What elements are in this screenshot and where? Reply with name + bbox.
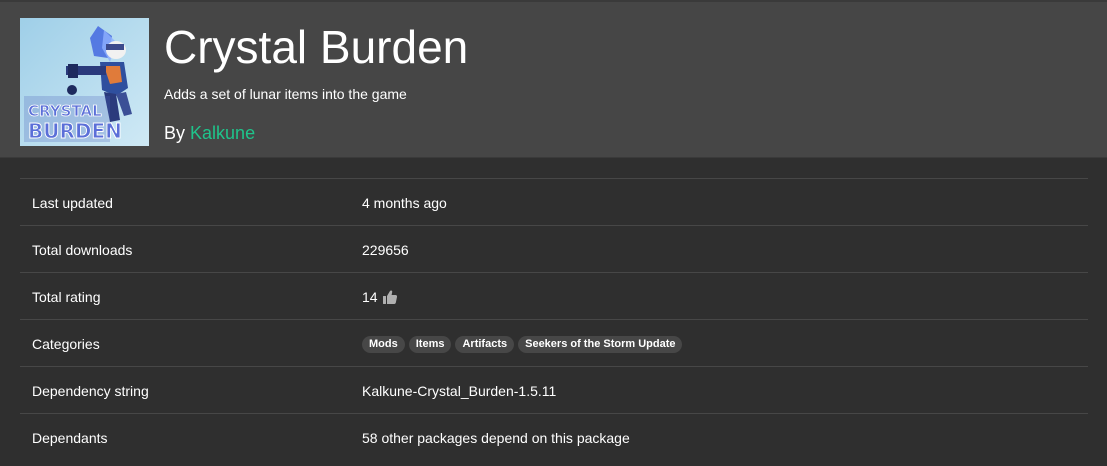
package-title: Crystal Burden [164,21,469,73]
package-icon: CRYSTAL BURDEN [20,18,149,146]
last-updated-label: Last updated [32,195,113,211]
total-downloads-label: Total downloads [32,242,133,258]
category-tags: Mods Items Artifacts Seekers of the Stor… [362,336,683,353]
category-tag-seekers-of-the-storm-update[interactable]: Seekers of the Storm Update [518,336,683,353]
svg-text:BURDEN: BURDEN [28,119,122,143]
total-rating-label: Total rating [32,289,101,305]
detail-row-categories: Categories Mods Items Artifacts Seekers … [20,319,1088,366]
detail-row-total-downloads: Total downloads 229656 [20,225,1088,272]
header-divider [0,157,1107,158]
dependants-label: Dependants [32,430,108,446]
dependency-string-label: Dependency string [32,383,149,399]
package-byline: By Kalkune [164,121,255,145]
category-tag-items[interactable]: Items [408,336,452,353]
package-header: CRYSTAL BURDEN Crystal Burden Adds a set… [0,0,1107,158]
category-tag-mods[interactable]: Mods [362,336,405,353]
package-details-table: Last updated 4 months ago Total download… [20,178,1088,460]
crystal-burden-artwork-icon: CRYSTAL BURDEN [20,18,149,146]
detail-row-dependency-string: Dependency string Kalkune-Crystal_Burden… [20,366,1088,413]
author-link[interactable]: Kalkune [190,123,255,143]
detail-row-last-updated: Last updated 4 months ago [20,178,1088,225]
categories-label: Categories [32,336,100,352]
detail-row-dependants: Dependants 58 other packages depend on t… [20,413,1088,460]
package-description: Adds a set of lunar items into the game [164,86,407,102]
thumbs-up-icon[interactable] [382,289,398,305]
total-downloads-value: 229656 [362,242,409,258]
dependants-link[interactable]: 58 other packages depend on this package [362,428,630,448]
total-rating-value: 14 [362,287,398,307]
last-updated-value: 4 months ago [362,195,447,211]
category-tag-artifacts[interactable]: Artifacts [455,336,515,353]
rating-count: 14 [362,289,378,305]
dependency-string-value[interactable]: Kalkune-Crystal_Burden-1.5.11 [362,381,556,401]
detail-row-total-rating: Total rating 14 [20,272,1088,319]
by-label: By [164,123,186,143]
svg-text:CRYSTAL: CRYSTAL [28,102,102,120]
